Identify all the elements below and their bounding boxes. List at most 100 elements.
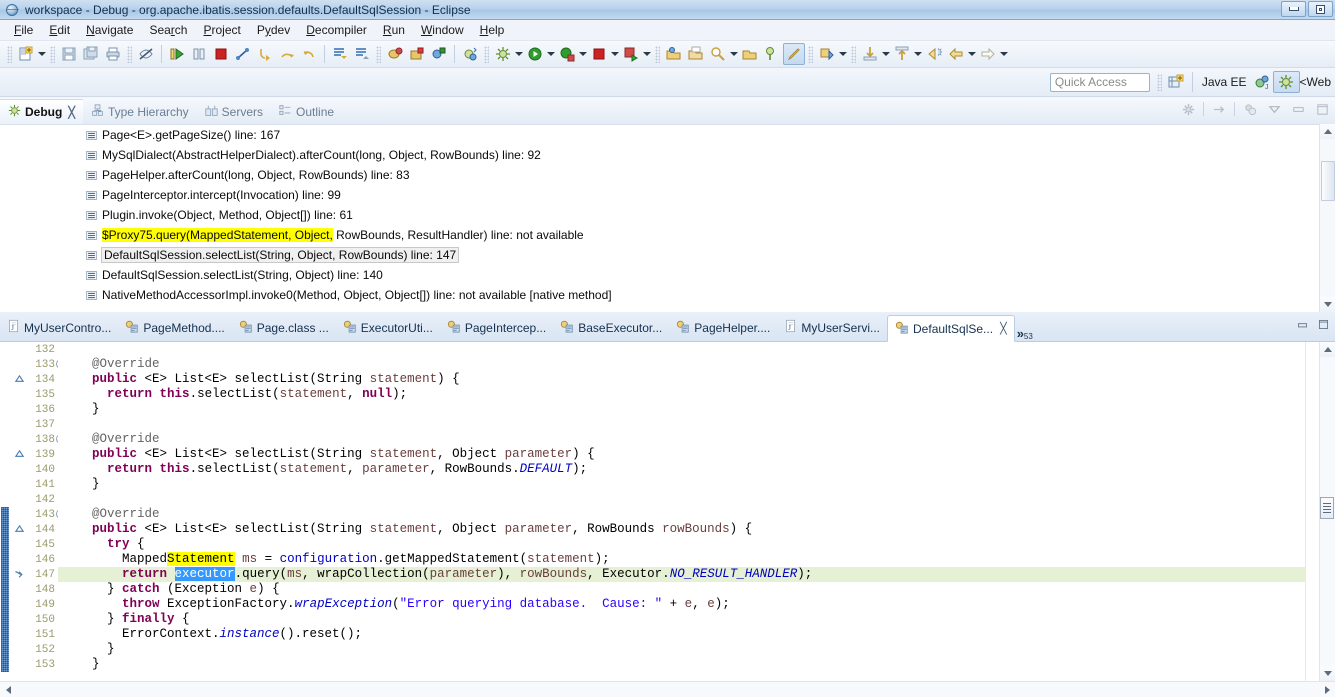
suspend-icon[interactable] [188, 43, 210, 65]
menu-project[interactable]: Project [195, 21, 248, 39]
line-number[interactable]: 146 [10, 552, 58, 567]
menu-run[interactable]: Run [375, 21, 413, 39]
menu-help[interactable]: Help [472, 21, 513, 39]
code-line[interactable]: } [58, 657, 1335, 672]
editor-tab-overflow[interactable]: » 53 [1015, 314, 1035, 341]
perspective-java-ee[interactable]: Java EE [1198, 71, 1251, 93]
code-line[interactable]: ErrorContext.instance().reset(); [58, 627, 1335, 642]
search-dropdown[interactable] [729, 43, 739, 65]
next-annotation-icon[interactable] [329, 43, 351, 65]
step-return-arrow-icon[interactable] [1210, 100, 1228, 118]
line-number[interactable]: 149 [10, 597, 58, 612]
upload-dropdown[interactable] [913, 43, 923, 65]
code-line[interactable]: } [58, 642, 1335, 657]
source-code[interactable]: @Override public <E> List<E> selectList(… [58, 342, 1335, 697]
toolbar-grip[interactable] [376, 45, 381, 63]
run-as-dropdown[interactable] [546, 43, 556, 65]
editor-tab[interactable]: J MyUserServi... [777, 314, 887, 341]
scrollbar-thumb[interactable] [1321, 161, 1335, 201]
toolbar-grip[interactable] [7, 45, 12, 63]
disconnect-all-icon[interactable] [1179, 100, 1197, 118]
quick-access-grip[interactable] [1156, 73, 1162, 91]
back-dropdown[interactable] [967, 43, 977, 65]
line-number[interactable]: 151 [10, 627, 58, 642]
previous-annotation-icon[interactable] [351, 43, 373, 65]
tab-type-hierarchy[interactable]: Type Hierarchy [83, 99, 197, 124]
menu-window[interactable]: Window [413, 21, 472, 39]
external-tools-dropdown[interactable] [514, 43, 524, 65]
minimize-view-icon[interactable] [1289, 100, 1307, 118]
stack-frames-list[interactable]: Page<E>.getPageSize() line: 167 MySqlDial… [0, 124, 1335, 312]
menu-file[interactable]: File [6, 21, 41, 39]
stack-frame-row[interactable]: $Proxy75.query(MappedStatement, Object, … [0, 225, 1335, 245]
back-icon[interactable] [945, 43, 967, 65]
menu-search[interactable]: Search [141, 21, 195, 39]
editor-tab[interactable]: PageHelper.... [669, 314, 777, 341]
maximize-view-icon[interactable] [1313, 100, 1331, 118]
line-number[interactable]: 134 [10, 372, 58, 387]
stack-frame-row[interactable]: MySqlDialect(AbstractHelperDialect).afte… [0, 145, 1335, 165]
perspective-web-label[interactable]: <Web [1300, 75, 1333, 89]
code-line[interactable]: throw ExceptionFactory.wrapException("Er… [58, 597, 1335, 612]
tab-servers[interactable]: Servers [197, 99, 271, 124]
close-icon[interactable]: ╳ [68, 106, 75, 119]
minimize-editor-icon[interactable] [1296, 318, 1309, 334]
line-number[interactable]: 133 [10, 357, 66, 372]
tab-outline[interactable]: Outline [271, 99, 342, 124]
line-number[interactable]: 138 [10, 432, 66, 447]
new-java-class-icon[interactable] [428, 43, 450, 65]
editor-tab[interactable]: DefaultSqlSe... ╳ [887, 315, 1015, 342]
scroll-down-button[interactable] [1320, 297, 1335, 312]
stack-frame-row[interactable]: Plugin.invoke(Object, Method, Object[]) … [0, 205, 1335, 225]
new-wizard-dropdown[interactable] [37, 43, 47, 65]
terminate-red-icon[interactable] [588, 43, 610, 65]
code-line[interactable]: } finally { [58, 612, 1335, 627]
scroll-up-button[interactable] [1320, 124, 1335, 139]
disconnect-icon[interactable] [232, 43, 254, 65]
editor-tab[interactable]: J MyUserContro... [0, 314, 118, 341]
code-line[interactable]: @Override [58, 357, 1335, 372]
maximize-editor-icon[interactable] [1317, 318, 1330, 334]
toolbar-grip[interactable] [484, 45, 489, 63]
step-into-icon[interactable] [254, 43, 276, 65]
stack-frame-row[interactable]: DefaultSqlSession.selectList(String, Obj… [0, 265, 1335, 285]
external-tools-icon[interactable] [492, 43, 514, 65]
editor-tab[interactable]: BaseExecutor... [553, 314, 669, 341]
code-line[interactable]: return this.selectList(statement, null); [58, 387, 1335, 402]
terminate-icon[interactable] [210, 43, 232, 65]
line-number-ruler[interactable]: 132 133 134 135 136 137 138 139 140 141 142 143 144 1… [10, 342, 66, 697]
step-return-icon[interactable] [298, 43, 320, 65]
menu-navigate[interactable]: Navigate [78, 21, 141, 39]
back-history-icon[interactable] [923, 43, 945, 65]
code-line[interactable]: } [58, 477, 1335, 492]
new-java-project-icon[interactable] [384, 43, 406, 65]
debug-as-icon[interactable] [556, 43, 578, 65]
restore-dropdown[interactable] [838, 43, 848, 65]
line-number[interactable]: 153 [10, 657, 58, 672]
code-line[interactable]: } catch (Exception e) { [58, 582, 1335, 597]
step-over-icon[interactable] [276, 43, 298, 65]
toolbar-grip[interactable] [50, 45, 55, 63]
code-line[interactable] [58, 342, 1335, 357]
menu-pydev[interactable]: Pydev [249, 21, 298, 39]
code-line[interactable]: public <E> List<E> selectList(String sta… [58, 447, 1335, 462]
toolbar-grip[interactable] [655, 45, 660, 63]
line-number[interactable]: 143 [10, 507, 66, 522]
toolbar-grip[interactable] [851, 45, 856, 63]
restore-button[interactable] [1308, 1, 1333, 17]
scroll-left-button[interactable] [0, 682, 16, 697]
editor-tab[interactable]: PageIntercep... [440, 314, 553, 341]
print-icon[interactable] [102, 43, 124, 65]
line-number[interactable]: 139 [10, 447, 58, 462]
upload-icon[interactable] [891, 43, 913, 65]
search-icon[interactable] [707, 43, 729, 65]
line-number[interactable]: 141 [10, 477, 58, 492]
debug-view-scrollbar[interactable] [1319, 124, 1335, 312]
toolbar-grip[interactable] [127, 45, 132, 63]
stack-frame-row[interactable]: PageHelper.afterCount(long, Object, RowB… [0, 165, 1335, 185]
line-number[interactable]: 137 [10, 417, 58, 432]
view-menu-icon[interactable] [1265, 100, 1283, 118]
line-number[interactable]: 132 [10, 342, 58, 357]
run-as-icon[interactable] [524, 43, 546, 65]
profile-dropdown[interactable] [642, 43, 652, 65]
